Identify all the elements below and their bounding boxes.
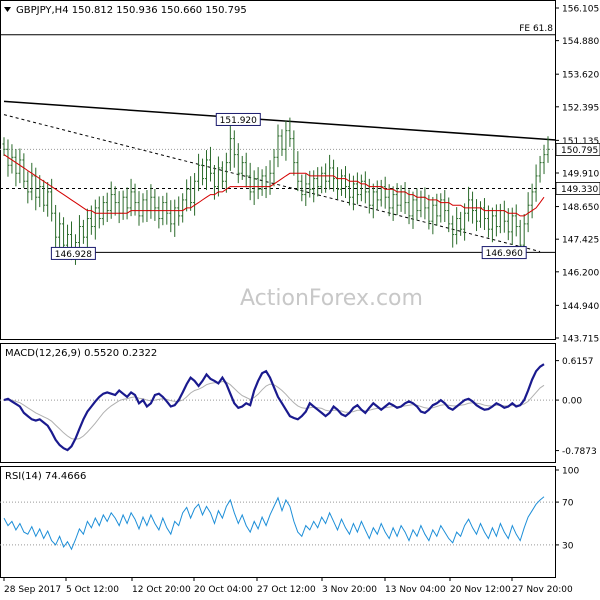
price-y-tick-label: 146.200 (562, 268, 599, 278)
x-tick-label: 20 Nov 12:00 (450, 585, 511, 595)
price-y-tick-label: 147.425 (562, 236, 599, 246)
level-price-tag: 149.330 (561, 185, 598, 195)
price-y-tick-label: 149.910 (562, 170, 599, 180)
price-y-tick-label: 143.715 (562, 335, 599, 345)
rsi-y-tick-label: 30 (562, 541, 574, 551)
macd-title: MACD(12,26,9) 0.5520 0.2322 (5, 348, 157, 359)
rsi-y-tick-label: 70 (562, 499, 574, 509)
x-tick-label: 28 Sep 2017 (4, 585, 61, 595)
price-y-tick-label: 144.940 (562, 302, 599, 312)
x-tick-label: 27 Nov 20:00 (512, 585, 573, 595)
price-y-tick-label: 153.620 (562, 71, 599, 81)
price-y-tick-label: 148.650 (562, 203, 599, 213)
rsi-panel (0, 466, 556, 578)
x-tick-label: 27 Oct 12:00 (257, 585, 316, 595)
macd-y-tick-label: 0.6157 (562, 357, 594, 367)
x-tick-label: 3 Nov 20:00 (322, 585, 377, 595)
rsi-title: RSI(14) 74.4666 (5, 471, 86, 482)
price-y-tick-label: 154.880 (562, 37, 599, 47)
price-header: GBPJPY,H4 150.812 150.936 150.660 150.79… (16, 5, 247, 16)
x-tick-label: 5 Oct 12:00 (66, 585, 119, 595)
fe-label: FE 61.8 (519, 24, 553, 34)
y-axis-labels: 156.105154.880153.620152.395151.135149.9… (555, 5, 600, 551)
rsi-y-tick-label: 100 (562, 467, 579, 477)
x-tick-label: 20 Oct 04:00 (194, 585, 253, 595)
price-y-tick-label: 156.105 (562, 5, 599, 15)
last-price-tag: 150.795 (561, 146, 598, 156)
price-annotation-label: 146.960 (486, 249, 523, 259)
macd-y-tick-label: 0.00 (562, 397, 582, 407)
x-tick-label: 13 Nov 04:00 (385, 585, 446, 595)
price-y-tick-label: 152.395 (562, 103, 599, 113)
x-tick-label: 12 Oct 20:00 (132, 585, 191, 595)
price-annotation-label: 151.920 (220, 116, 257, 126)
macd-y-tick-label: -0.7873 (562, 447, 597, 457)
price-annotation-label: 146.928 (55, 250, 92, 260)
watermark: ActionForex.com (240, 286, 423, 311)
x-axis-labels: 28 Sep 2017 5 Oct 12:00 12 Oct 20:00 20 Oct… (3, 577, 573, 595)
forex-chart: GBPJPY,H4 150.812 150.936 150.660 150.79… (0, 0, 600, 595)
